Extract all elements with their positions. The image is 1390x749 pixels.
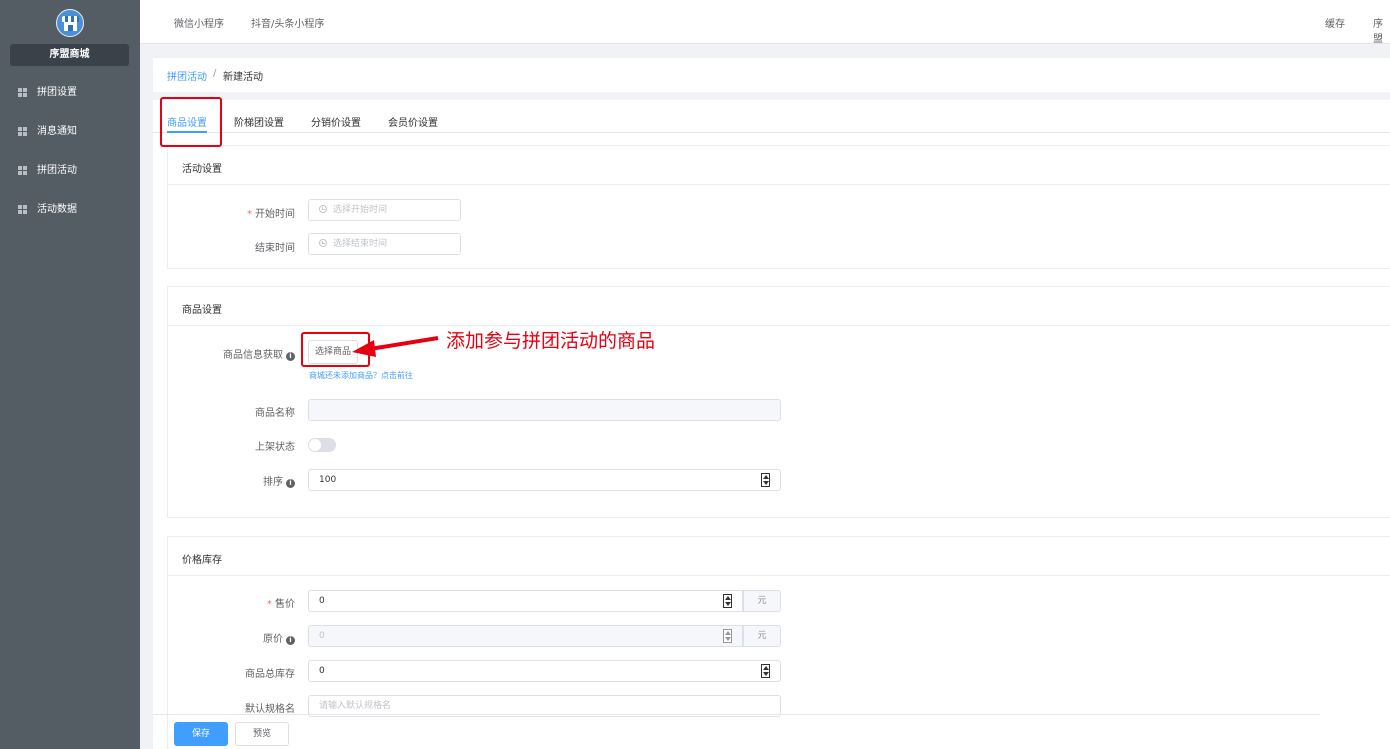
start-time-picker[interactable]: 选择开始时间	[308, 199, 461, 221]
breadcrumb-separator: /	[213, 68, 217, 79]
tab-distribution-price[interactable]: 分销价设置	[311, 114, 361, 129]
card-title: 价格库存	[182, 555, 222, 566]
cache-link[interactable]: 缓存	[1325, 15, 1345, 30]
footer-divider	[153, 714, 1320, 715]
activity-settings-card: 活动设置 * 开始时间 选择开始时间 结束时间 选择结束时间	[167, 145, 1390, 269]
nav-link-wechat[interactable]: 微信小程序	[174, 15, 224, 30]
info-icon: i	[286, 479, 295, 488]
original-price-input[interactable]: 0	[308, 625, 743, 647]
save-button[interactable]: 保存	[174, 722, 228, 746]
nav-link-douyin[interactable]: 抖音/头条小程序	[251, 15, 324, 30]
sidebar-item-label: 拼团活动	[37, 165, 77, 176]
tab-member-price[interactable]: 会员价设置	[388, 114, 438, 129]
goods-name-label: 商品名称	[255, 408, 295, 419]
spinner-icon[interactable]	[723, 594, 732, 608]
breadcrumb: 拼团活动 / 新建活动	[153, 58, 1390, 92]
goods-settings-card: 商品设置 商品信息获取 i 选择商品 商城还未添加商品？点击前往 商品名称 上架状…	[167, 286, 1390, 518]
sidebar: 序盟商城 拼团设置 消息通知 拼团活动 活动数据	[0, 0, 140, 749]
sidebar-item-label: 活动数据	[37, 204, 77, 215]
sort-input[interactable]: 100	[308, 469, 781, 491]
spinner-icon[interactable]	[761, 664, 770, 678]
user-menu[interactable]: 序盟	[1373, 15, 1390, 45]
spinner-icon[interactable]	[761, 473, 770, 487]
original-price-label: 原价 i	[155, 630, 295, 645]
info-icon: i	[286, 352, 295, 361]
brand-name: 序盟商城	[10, 44, 129, 66]
annotation-arrow-icon	[352, 336, 439, 357]
goods-name-input[interactable]	[308, 399, 781, 421]
original-price-unit: 元	[743, 625, 781, 647]
grid-icon	[18, 166, 27, 175]
main-content: 商品设置 阶梯团设置 分销价设置 会员价设置 活动设置 * 开始时间 选择开始时间…	[153, 100, 1390, 749]
end-time-label: 结束时间	[255, 243, 295, 254]
end-time-picker[interactable]: 选择结束时间	[308, 233, 461, 255]
highlight-box-tab	[160, 97, 222, 147]
start-time-label: * 开始时间	[247, 209, 295, 220]
price-stock-card: 价格库存 * 售价 0 元 原价 i 0 元 商品总库存 0 默认规格名 请输入默认…	[167, 536, 1390, 749]
sidebar-item-label: 拼团设置	[37, 87, 77, 98]
sale-price-input[interactable]: 0	[308, 590, 743, 612]
sidebar-item-activity-data[interactable]: 活动数据	[0, 197, 140, 223]
clock-icon	[319, 205, 327, 213]
card-title: 商品设置	[182, 305, 222, 316]
tabs-divider	[153, 132, 1390, 133]
grid-icon	[18, 205, 27, 214]
spinner-icon[interactable]	[723, 629, 732, 643]
info-icon: i	[286, 636, 295, 645]
clock-icon	[319, 239, 327, 247]
sidebar-item-group-settings[interactable]: 拼团设置	[0, 80, 140, 106]
total-stock-label: 商品总库存	[245, 669, 295, 680]
top-header: 微信小程序 抖音/头条小程序 缓存 序盟	[140, 0, 1390, 45]
sale-price-unit: 元	[743, 590, 781, 612]
sidebar-item-group-activities[interactable]: 拼团活动	[0, 158, 140, 184]
grid-icon	[18, 127, 27, 136]
breadcrumb-current: 新建活动	[223, 72, 263, 83]
grid-icon	[18, 88, 27, 97]
preview-button[interactable]: 预览	[235, 722, 289, 746]
breadcrumb-parent[interactable]: 拼团活动	[167, 68, 207, 83]
sort-label: 排序 i	[155, 473, 295, 488]
listing-status-label: 上架状态	[255, 442, 295, 453]
card-title: 活动设置	[182, 164, 222, 175]
default-spec-label: 默认规格名	[245, 704, 295, 715]
add-goods-link[interactable]: 商城还未添加商品？点击前往	[309, 370, 413, 381]
total-stock-input[interactable]: 0	[308, 660, 781, 682]
listing-status-switch[interactable]	[308, 438, 336, 452]
goods-info-label: 商品信息获取 i	[155, 346, 295, 361]
annotation-text: 添加参与拼团活动的商品	[446, 330, 656, 352]
sale-price-label: * 售价	[267, 599, 295, 610]
sidebar-item-notifications[interactable]: 消息通知	[0, 119, 140, 145]
tab-tier-settings[interactable]: 阶梯团设置	[234, 114, 284, 129]
store-logo-icon	[56, 9, 84, 37]
sidebar-item-label: 消息通知	[37, 126, 77, 137]
